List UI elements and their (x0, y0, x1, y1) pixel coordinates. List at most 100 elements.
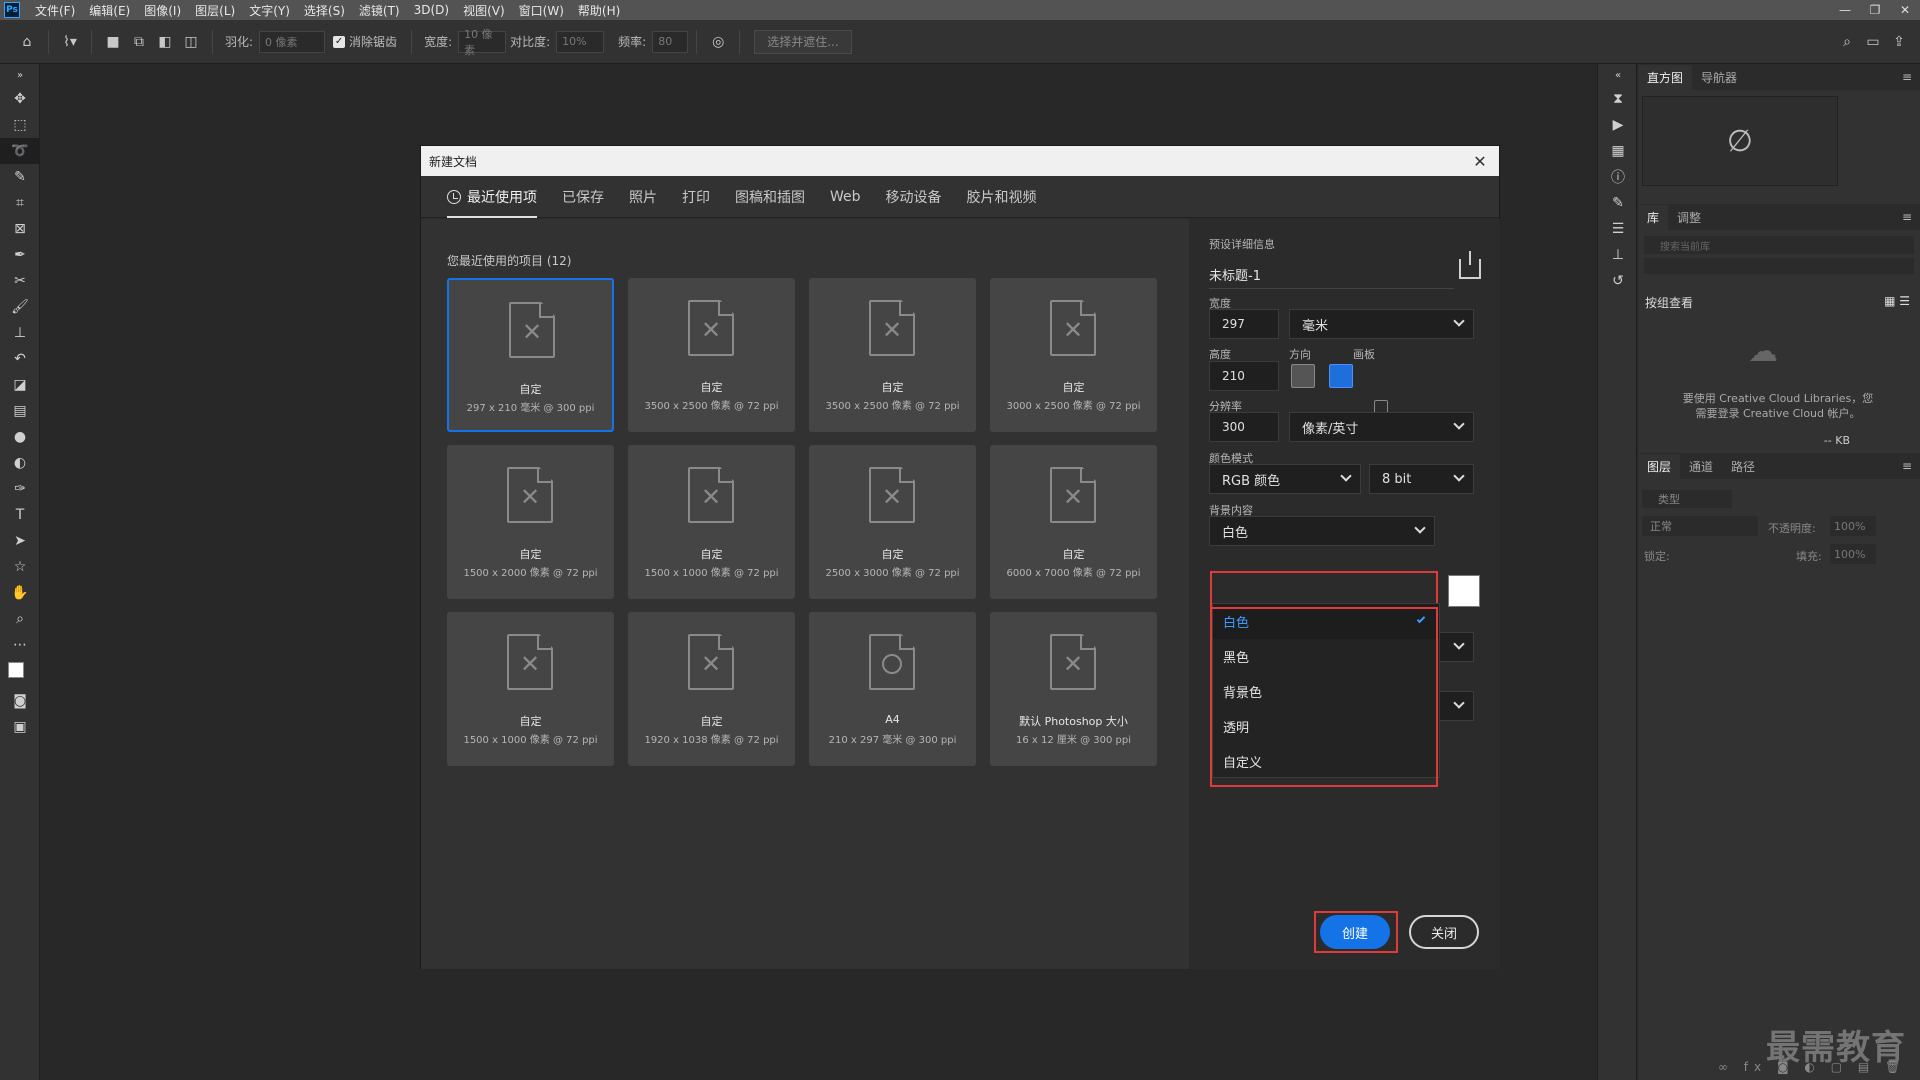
color-swatches[interactable] (0, 658, 40, 688)
type-tool-icon[interactable]: T (0, 502, 40, 528)
menu-window[interactable]: 窗口(W) (512, 2, 571, 19)
blur-tool-icon[interactable]: ● (0, 424, 40, 450)
background-color-swatch[interactable] (1448, 575, 1480, 607)
tab-mobile[interactable]: 移动设备 (886, 176, 942, 218)
properties-icon[interactable]: ▦ (1598, 138, 1638, 164)
close-window-button[interactable]: ✕ (1890, 0, 1920, 20)
panel-menu-icon[interactable]: ≡ (1902, 210, 1912, 224)
menu-3d[interactable]: 3D(D) (407, 3, 456, 17)
layer-filter-select[interactable]: 类型 (1642, 490, 1732, 508)
group-view-dropdown[interactable]: 按组查看 (1645, 294, 1693, 311)
preset-card[interactable]: ✕ 自定 6000 x 7000 像素 @ 72 ppi (990, 445, 1157, 599)
width-unit-select[interactable]: 毫米 (1289, 309, 1474, 339)
panel-menu-icon[interactable]: ≡ (1902, 70, 1912, 84)
tab-layers[interactable]: 图层 (1638, 454, 1681, 479)
gradient-tool-icon[interactable]: ▤ (0, 398, 40, 424)
lasso-tool-preset-icon[interactable]: ⌇▾ (57, 29, 83, 55)
menu-help[interactable]: 帮助(H) (571, 2, 627, 19)
search-icon[interactable]: ⌕ (1834, 29, 1860, 55)
blend-mode-select[interactable]: 正常 (1642, 516, 1758, 536)
save-preset-icon[interactable] (1459, 251, 1481, 279)
tab-film-video[interactable]: 胶片和视频 (967, 176, 1037, 218)
library-search-input[interactable]: 搜索当前库 (1644, 236, 1914, 254)
actions-play-icon[interactable]: ▶ (1598, 112, 1638, 138)
preset-card[interactable]: ✕ 自定 1500 x 2000 像素 @ 72 ppi (447, 445, 614, 599)
frequency-input[interactable]: 80 (652, 30, 689, 53)
pressure-icon[interactable]: ◎ (705, 29, 731, 55)
add-selection-icon[interactable]: ⧉ (126, 29, 152, 55)
marquee-tool-icon[interactable]: ⬚ (0, 112, 40, 138)
tab-recent[interactable]: 最近使用项 (447, 176, 537, 218)
menu-filter[interactable]: 滤镜(T) (352, 2, 407, 19)
preset-card[interactable]: ✕ 自定 1500 x 1000 像素 @ 72 ppi (628, 445, 795, 599)
view-toggle-icons[interactable]: ▦ ☰ (1884, 294, 1910, 308)
preset-card[interactable]: A4 210 x 297 毫米 @ 300 ppi (809, 612, 976, 766)
workspace-icon[interactable]: ▭ (1860, 29, 1886, 55)
tab-web[interactable]: Web (830, 176, 861, 218)
menu-image[interactable]: 图像(I) (137, 2, 188, 19)
preset-card[interactable]: ✕ 自定 3000 x 2500 像素 @ 72 ppi (990, 278, 1157, 432)
tab-histogram[interactable]: 直方图 (1638, 65, 1693, 90)
preset-card[interactable]: ✕ 自定 297 x 210 毫米 @ 300 ppi (447, 278, 614, 432)
tab-saved[interactable]: 已保存 (562, 176, 604, 218)
menu-view[interactable]: 视图(V) (456, 2, 512, 19)
tab-navigator[interactable]: 导航器 (1692, 65, 1746, 90)
pen-tool-icon[interactable]: ✑ (0, 476, 40, 502)
width-input[interactable]: 10 像素 (458, 28, 507, 57)
landscape-orientation-icon[interactable] (1329, 364, 1353, 388)
move-tool-icon[interactable]: ✥ (0, 86, 40, 112)
resolution-unit-select[interactable]: 像素/英寸 (1289, 412, 1474, 442)
preset-card[interactable]: ✕ 自定 2500 x 3000 像素 @ 72 ppi (809, 445, 976, 599)
tab-art-illustration[interactable]: 图稿和插图 (735, 176, 805, 218)
stamp-tool-icon[interactable]: ⊥ (0, 320, 40, 346)
more-tools-icon[interactable]: ⋯ (0, 632, 40, 658)
collapse-icon[interactable]: « (1598, 64, 1638, 86)
antialias-checkbox[interactable]: ✓ (333, 35, 346, 48)
screen-mode-icon[interactable]: ▣ (0, 714, 40, 740)
menu-type[interactable]: 文字(Y) (242, 2, 297, 19)
quick-mask-icon[interactable]: ◙ (0, 688, 40, 714)
eraser-tool-icon[interactable]: ◪ (0, 372, 40, 398)
document-name-input[interactable]: 未标题-1 (1209, 265, 1454, 289)
color-mode-select[interactable]: RGB 颜色 (1209, 464, 1361, 494)
foreground-color-swatch[interactable] (8, 662, 24, 678)
quick-select-tool-icon[interactable]: ✎ (0, 164, 40, 190)
expand-icon[interactable]: » (0, 64, 40, 86)
preset-card[interactable]: ✕ 自定 3500 x 2500 像素 @ 72 ppi (809, 278, 976, 432)
menu-file[interactable]: 文件(F) (28, 2, 82, 19)
contrast-input[interactable]: 10% (556, 30, 605, 53)
height-input[interactable]: 210 (1209, 361, 1279, 391)
tab-print[interactable]: 打印 (682, 176, 710, 218)
library-select[interactable] (1644, 258, 1914, 274)
brush-settings-icon[interactable]: ☰ (1598, 216, 1638, 242)
crop-tool-icon[interactable]: ⌗ (0, 190, 40, 216)
dodge-tool-icon[interactable]: ◐ (0, 450, 40, 476)
intersect-selection-icon[interactable]: ◫ (178, 29, 204, 55)
menu-select[interactable]: 选择(S) (297, 2, 352, 19)
shape-tool-icon[interactable]: ☆ (0, 554, 40, 580)
path-select-tool-icon[interactable]: ➤ (0, 528, 40, 554)
share-icon[interactable]: ⇪ (1886, 29, 1912, 55)
healing-tool-icon[interactable]: ✂ (0, 268, 40, 294)
tab-photo[interactable]: 照片 (629, 176, 657, 218)
fill-input[interactable]: 100% (1830, 544, 1876, 564)
clone-source-icon[interactable]: ⊥ (1598, 242, 1638, 268)
menu-layer[interactable]: 图层(L) (188, 2, 242, 19)
history-icon[interactable]: ⧗ (1598, 86, 1638, 112)
menu-edit[interactable]: 编辑(E) (82, 2, 137, 19)
lasso-tool-icon[interactable]: ➰ (0, 138, 40, 164)
preset-card[interactable]: ✕ 自定 3500 x 2500 像素 @ 72 ppi (628, 278, 795, 432)
panel-menu-icon[interactable]: ≡ (1902, 459, 1912, 473)
new-selection-icon[interactable]: ■ (100, 29, 126, 55)
home-icon[interactable]: ⌂ (14, 29, 40, 55)
create-button[interactable]: 创建 (1320, 915, 1390, 949)
tab-paths[interactable]: 路径 (1722, 454, 1764, 479)
tab-channels[interactable]: 通道 (1680, 454, 1722, 479)
feather-input[interactable]: 0 像素 (259, 30, 326, 53)
preset-card[interactable]: ✕ 默认 Photoshop 大小 16 x 12 厘米 @ 300 ppi (990, 612, 1157, 766)
portrait-orientation-icon[interactable] (1291, 364, 1315, 388)
frame-tool-icon[interactable]: ⊠ (0, 216, 40, 242)
eyedropper-tool-icon[interactable]: ✒ (0, 242, 40, 268)
brush-tool-icon[interactable]: 🖌 (0, 294, 40, 320)
history-brush-icon[interactable]: ↶ (0, 346, 40, 372)
